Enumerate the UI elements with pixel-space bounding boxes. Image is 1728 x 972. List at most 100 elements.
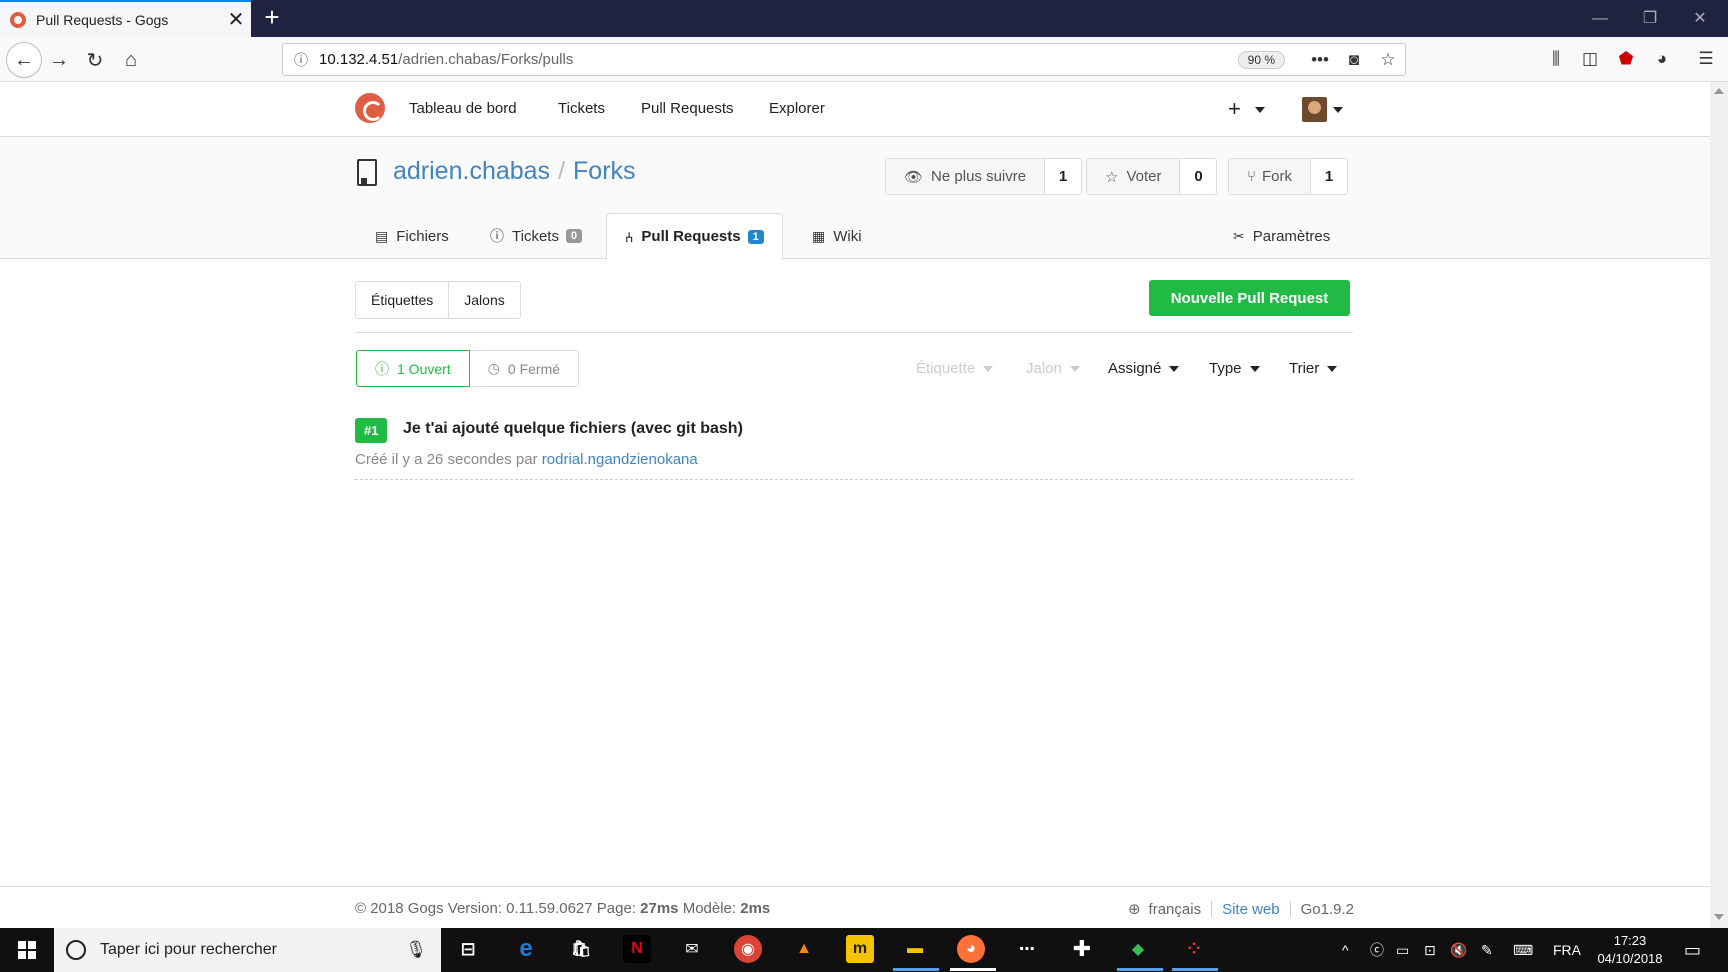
nav-explore[interactable]: Explorer: [769, 100, 825, 117]
scroll-up-icon[interactable]: [1714, 88, 1724, 94]
store-icon[interactable]: 🛍: [567, 935, 595, 963]
gogs-favicon-icon: [10, 11, 26, 28]
firefox-icon[interactable]: ◕: [957, 935, 985, 963]
gogs-logo-icon[interactable]: [355, 93, 385, 123]
page-scrollbar[interactable]: [1710, 82, 1728, 928]
create-new-menu[interactable]: +: [1228, 96, 1265, 122]
vlc-icon[interactable]: ▲: [790, 935, 818, 963]
tab-files[interactable]: ▤ Fichiers: [375, 213, 449, 259]
task-view-icon[interactable]: ⊟: [454, 935, 482, 963]
site-info-icon[interactable]: ⓘ: [283, 50, 319, 70]
microphone-icon[interactable]: 🎙: [405, 940, 427, 960]
pr-title-link[interactable]: Je t'ai ajouté quelque fichiers (avec gi…: [403, 420, 743, 438]
language-selector[interactable]: français: [1149, 901, 1202, 918]
app-m-icon[interactable]: m: [846, 935, 874, 963]
repo-name-link[interactable]: Forks: [573, 157, 636, 185]
library-icon[interactable]: ⫼: [1544, 49, 1568, 71]
show-hidden-icons[interactable]: ^: [1342, 928, 1349, 972]
globe-icon: ⊕: [1127, 901, 1141, 918]
browser-tab[interactable]: Pull Requests - Gogs ✕: [0, 0, 251, 37]
home-icon[interactable]: ⌂: [114, 43, 148, 77]
sort-dropdown[interactable]: Trier: [1289, 360, 1338, 377]
fork-count[interactable]: 1: [1311, 159, 1347, 194]
repo-separator: /: [558, 157, 566, 185]
netflix-icon[interactable]: N: [623, 935, 651, 963]
labels-link[interactable]: Étiquettes: [356, 282, 448, 318]
fork-button[interactable]: ⑂ Fork: [1229, 159, 1312, 194]
minimize-window-icon[interactable]: —: [1575, 0, 1625, 37]
pen-icon[interactable]: ✎: [1481, 928, 1493, 972]
repo-header: adrien.chabas / Forks 👁 Ne plus suivre 1 ☆ V…: [0, 137, 1710, 260]
user-avatar[interactable]: [1302, 97, 1327, 122]
extension-icon[interactable]: ◕: [1650, 49, 1674, 71]
chevron-down-icon[interactable]: [1333, 107, 1343, 113]
bookmark-star-icon[interactable]: ☆: [1371, 50, 1405, 70]
tab-settings-label: Paramètres: [1252, 227, 1331, 245]
tab-issues[interactable]: ⓘ Tickets 0: [490, 213, 583, 259]
footer-links: ⊕ français Site web Go1.9.2: [1127, 900, 1354, 919]
open-filter-button[interactable]: ⓘ 1 Ouvert: [356, 350, 470, 387]
volume-muted-icon[interactable]: 🔇: [1450, 928, 1467, 972]
app-dots-icon[interactable]: ⋯: [1013, 935, 1041, 963]
file-explorer-icon[interactable]: ▬: [901, 935, 929, 963]
milestones-link[interactable]: Jalons: [448, 282, 519, 318]
star-count[interactable]: 0: [1180, 159, 1216, 194]
url-bar[interactable]: ⓘ 10.132.4.51/adrien.chabas/Forks/pulls …: [282, 43, 1406, 76]
back-arrow-icon[interactable]: ←: [6, 42, 42, 78]
taskbar-search[interactable]: Taper ici pour rechercher 🎙: [54, 928, 441, 972]
new-tab-icon[interactable]: +: [258, 4, 286, 32]
nav-issues[interactable]: Tickets: [558, 100, 605, 117]
forward-arrow-icon[interactable]: →: [42, 43, 76, 77]
pr-author-link[interactable]: rodrial.ngandzienokana: [542, 451, 698, 468]
mail-icon[interactable]: ✉: [678, 935, 706, 963]
repo-owner-link[interactable]: adrien.chabas: [393, 157, 550, 185]
scroll-down-icon[interactable]: [1714, 914, 1724, 920]
watch-count[interactable]: 1: [1045, 159, 1081, 194]
new-pull-request-button[interactable]: Nouvelle Pull Request: [1149, 280, 1350, 316]
unwatch-button[interactable]: 👁 Ne plus suivre: [886, 159, 1046, 194]
cortana-icon: [66, 940, 86, 960]
website-link[interactable]: Site web: [1222, 901, 1280, 918]
state-filter: ⓘ 1 Ouvert ◷ 0 Fermé: [356, 350, 580, 387]
search-placeholder: Taper ici pour rechercher: [100, 941, 277, 958]
type-filter-dropdown[interactable]: Type: [1209, 360, 1260, 377]
sidebar-toggle-icon[interactable]: ◫: [1578, 49, 1602, 71]
closed-filter-button[interactable]: ◷ 0 Fermé: [469, 350, 580, 387]
tray-app-icon[interactable]: ⓒ: [1370, 928, 1384, 972]
pocket-icon[interactable]: ◙: [1337, 50, 1371, 70]
close-tab-icon[interactable]: ✕: [221, 7, 251, 32]
reload-icon[interactable]: ↻: [78, 43, 112, 77]
edge-icon[interactable]: e: [512, 935, 540, 963]
app-grid-icon[interactable]: ⁘: [1180, 935, 1208, 963]
keyboard-icon[interactable]: ⌨: [1513, 928, 1533, 972]
ublock-icon[interactable]: ⬟: [1614, 49, 1638, 71]
assignee-filter-dropdown[interactable]: Assigné: [1108, 360, 1180, 377]
battery-icon[interactable]: ▭: [1396, 928, 1409, 972]
close-window-icon[interactable]: ✕: [1675, 0, 1725, 37]
milestone-filter-dropdown[interactable]: Jalon: [1026, 360, 1080, 377]
tab-wiki[interactable]: ▦ Wiki: [812, 213, 862, 259]
language-indicator[interactable]: FRA: [1553, 928, 1581, 972]
tab-pull-requests[interactable]: ⑃ Pull Requests 1: [606, 213, 783, 260]
nav-dashboard[interactable]: Tableau de bord: [409, 100, 517, 117]
label-filter-dropdown[interactable]: Étiquette: [916, 360, 994, 377]
start-button[interactable]: [0, 928, 54, 972]
url-text[interactable]: 10.132.4.51/adrien.chabas/Forks/pulls: [319, 51, 1238, 68]
clock[interactable]: 17:23 04/10/2018: [1590, 932, 1670, 968]
star-button[interactable]: ☆ Voter: [1087, 159, 1181, 194]
tab-settings[interactable]: ✂ Paramètres: [1233, 213, 1330, 259]
repo-tabs: ▤ Fichiers ⓘ Tickets 0 ⑃ Pull Requests 1 ▦ Wik…: [0, 213, 1710, 260]
git-icon[interactable]: ◆: [1124, 935, 1152, 963]
app-plus-icon[interactable]: ✚: [1068, 935, 1096, 963]
network-icon[interactable]: ⊡: [1424, 928, 1436, 972]
nav-pull-requests[interactable]: Pull Requests: [641, 100, 734, 117]
tools-icon: ✂: [1233, 227, 1245, 244]
active-app-indicator: [1117, 968, 1163, 971]
menu-icon[interactable]: ☰: [1694, 49, 1718, 71]
page-actions-icon[interactable]: •••: [1303, 50, 1337, 70]
open-filter-label: 1 Ouvert: [397, 360, 451, 377]
restore-window-icon[interactable]: ❐: [1625, 0, 1675, 37]
chrome-icon[interactable]: ◉: [734, 935, 762, 963]
zoom-level-badge[interactable]: 90 %: [1237, 50, 1285, 69]
notifications-icon[interactable]: ▭: [1684, 928, 1701, 972]
